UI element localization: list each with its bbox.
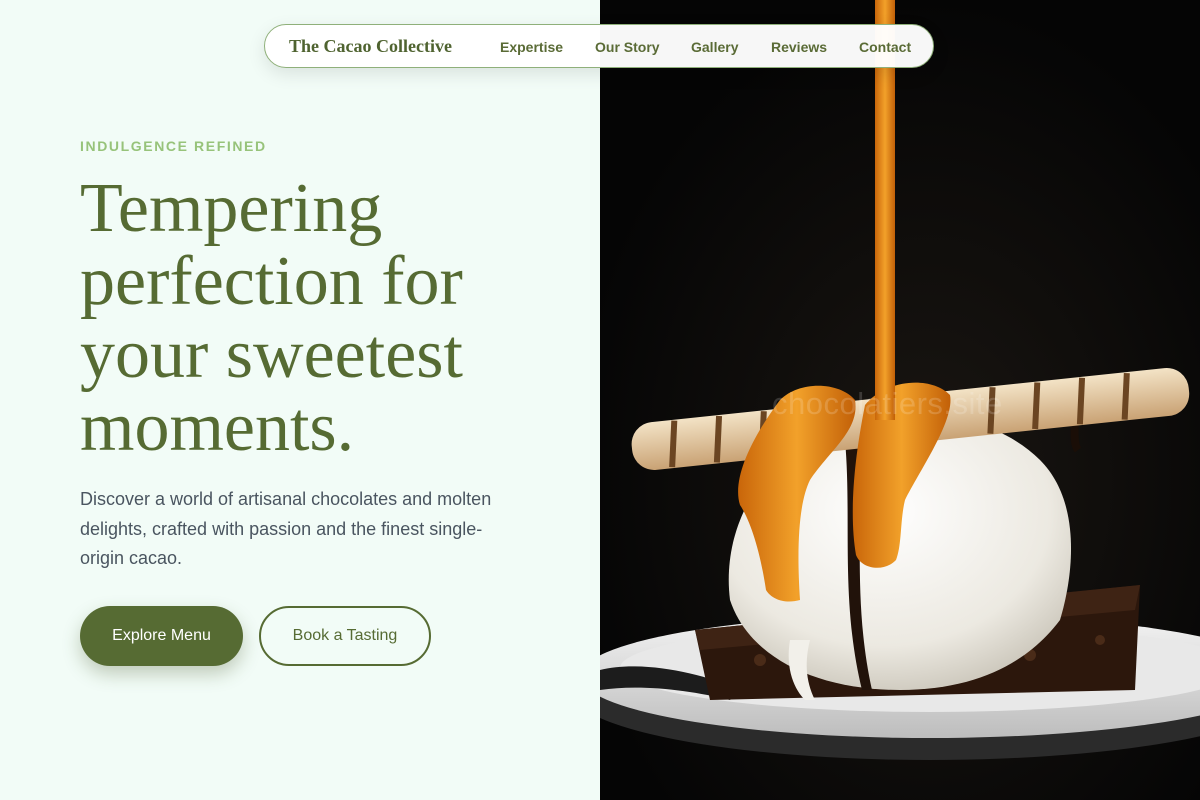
hero-description: Discover a world of artisanal chocolates… [80, 489, 492, 568]
brand-logo[interactable]: The Cacao Collective [289, 36, 452, 57]
nav-link-our-story[interactable]: Our Story [595, 39, 660, 55]
nav-link-reviews[interactable]: Reviews [771, 39, 827, 55]
navigation-bar: The Cacao Collective Expertise Our Story… [264, 24, 934, 68]
hero-headline: Tempering perfection for your sweetest m… [80, 170, 463, 466]
nav-link-contact[interactable]: Contact [859, 39, 911, 55]
image-watermark: chocolatiers.site [772, 386, 1003, 421]
hero-dessert-image: chocolatiers.site [600, 0, 1200, 800]
nav-link-expertise[interactable]: Expertise [500, 39, 563, 55]
book-tasting-button[interactable]: Book a Tasting [259, 606, 431, 666]
nav-link-gallery[interactable]: Gallery [691, 39, 738, 55]
explore-menu-button[interactable]: Explore Menu [80, 606, 243, 666]
hero-eyebrow: INDULGENCE REFINED [80, 138, 267, 154]
